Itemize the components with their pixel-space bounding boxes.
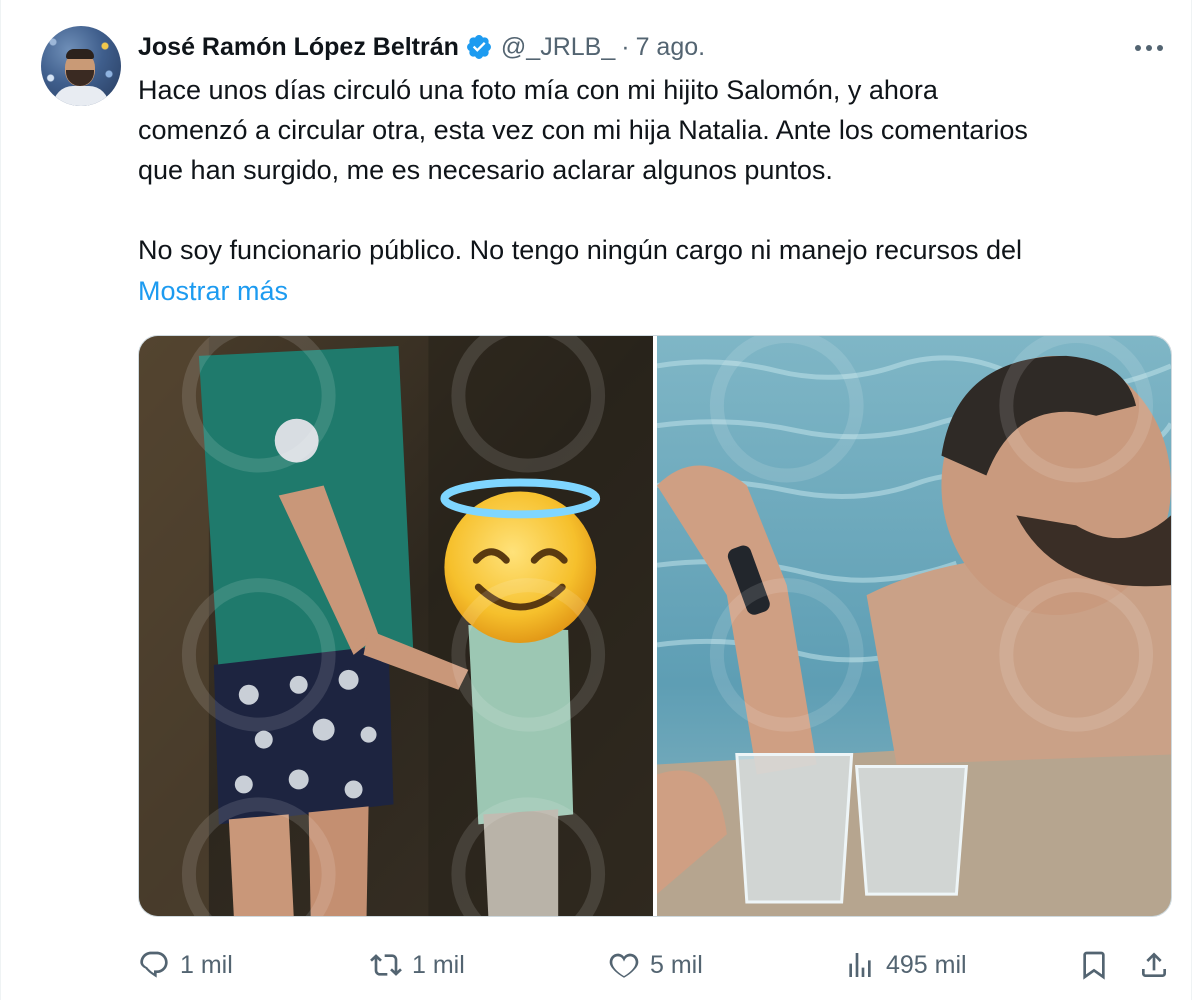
reply-count: 1 mil — [180, 950, 233, 979]
author-name[interactable]: José Ramón López Beltrán — [138, 33, 459, 62]
like-button[interactable]: 5 mil — [608, 942, 703, 988]
retweet-count: 1 mil — [412, 950, 465, 979]
reply-button[interactable]: 1 mil — [138, 942, 233, 988]
action-bar: 1 mil 1 mil 5 mil 495 mil — [138, 942, 1172, 988]
more-options-button[interactable] — [1133, 34, 1165, 62]
tweet-time[interactable]: 7 ago. — [636, 33, 706, 62]
tweet-header: José Ramón López Beltrán @_JRLB_ · 7 ago… — [138, 30, 705, 64]
tweet-text-line: comenzó a circular otra, esta vez con mi… — [138, 115, 1028, 145]
views-button[interactable]: 495 mil — [844, 942, 967, 988]
share-button[interactable] — [1138, 942, 1170, 988]
tweet-text: Hace unos días circuló una foto mía con … — [138, 70, 1168, 270]
avatar[interactable] — [41, 26, 121, 106]
views-count: 495 mil — [886, 950, 967, 979]
tweet-text-line: No soy funcionario público. No tengo nin… — [138, 235, 1023, 265]
verified-badge-icon — [466, 35, 491, 59]
retweet-button[interactable]: 1 mil — [370, 942, 465, 988]
photo-left[interactable] — [139, 336, 653, 916]
tweet[interactable]: José Ramón López Beltrán @_JRLB_ · 7 ago… — [0, 0, 1192, 1000]
tweet-text-line: que han surgido, me es necesario aclarar… — [138, 155, 833, 185]
retweet-icon — [370, 954, 402, 976]
media-grid — [138, 335, 1172, 917]
photo-right[interactable] — [657, 336, 1171, 916]
tweet-text-line: Hace unos días circuló una foto mía con … — [138, 75, 938, 105]
author-handle[interactable]: @_JRLB_ — [501, 33, 615, 62]
more-options-icon — [1135, 45, 1163, 51]
views-chart-icon — [849, 953, 871, 977]
bookmark-button[interactable] — [1078, 942, 1110, 988]
reply-icon — [140, 951, 168, 978]
share-icon — [1142, 952, 1166, 977]
like-count: 5 mil — [650, 950, 703, 979]
separator-dot: · — [621, 32, 630, 61]
show-more-link[interactable]: Mostrar más — [138, 271, 288, 311]
heart-icon — [609, 953, 639, 978]
bookmark-icon — [1083, 951, 1105, 980]
